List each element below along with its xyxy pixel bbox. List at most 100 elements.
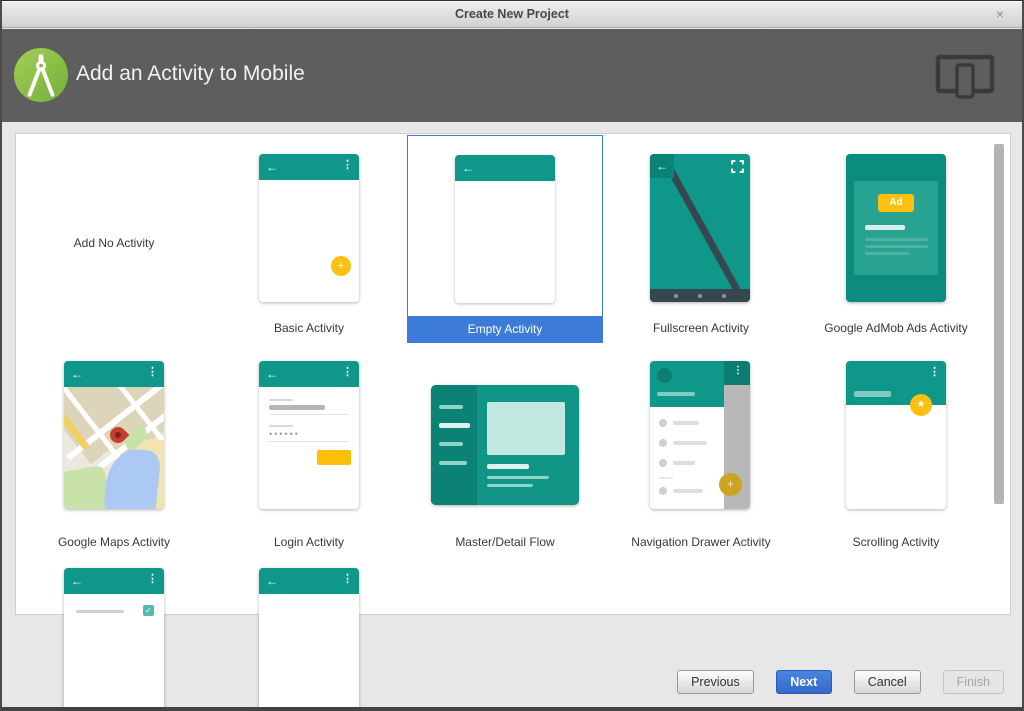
nav-dot	[674, 294, 678, 298]
titlebar[interactable]: Create New Project ×	[2, 1, 1022, 28]
nav-dot	[698, 294, 702, 298]
login-activity-thumbnail: ← ⋮ ••••••	[259, 361, 359, 509]
window-bottom-edge	[2, 707, 1022, 711]
placeholder-line	[673, 441, 707, 445]
placeholder-line	[439, 423, 470, 428]
template-empty-activity-selected[interactable]: ← Empty Activity	[407, 135, 603, 343]
template-label: Navigation Drawer Activity	[631, 535, 771, 549]
placeholder-line	[673, 421, 699, 425]
list-bullet	[659, 487, 667, 495]
placeholder-line	[673, 461, 695, 465]
kebab-menu-icon: ⋮	[733, 365, 743, 376]
kebab-menu-icon: ⋮	[342, 366, 353, 378]
placeholder-line	[657, 392, 695, 396]
detail-image-placeholder	[487, 402, 565, 455]
next-button[interactable]: Next	[775, 670, 832, 694]
kebab-menu-icon: ⋮	[342, 159, 353, 171]
placeholder-line	[439, 405, 463, 409]
appbar-tall: ⋮	[846, 361, 946, 405]
appbar: ← ⋮	[259, 154, 359, 180]
placeholder-line	[487, 484, 533, 487]
content-appbar: ⋮	[724, 361, 750, 385]
back-arrow-icon: ←	[266, 367, 278, 381]
cancel-button[interactable]: Cancel	[853, 670, 921, 694]
appbar: ← ⋮	[64, 361, 164, 387]
list-bullet	[659, 419, 667, 427]
finish-button[interactable]: Finish	[942, 670, 1004, 694]
activity-gallery: Add No Activity ← ⋮ + Basic Activity ← E…	[15, 133, 1011, 711]
placeholder-line	[865, 225, 905, 230]
template-label: Google Maps Activity	[57, 535, 171, 549]
nav-bar	[650, 289, 750, 302]
back-arrow-icon: ←	[462, 161, 474, 175]
kebab-menu-icon: ⋮	[929, 366, 940, 378]
back-arrow-icon: ←	[266, 574, 278, 588]
checkbox-icon: ✓	[143, 605, 154, 616]
mobile-devices-icon	[935, 54, 995, 99]
appbar: ← ⋮	[259, 568, 359, 594]
create-new-project-dialog: Create New Project × Add an Activity to …	[0, 0, 1024, 711]
wizard-footer: Previous Next Cancel Finish	[677, 670, 1004, 694]
admob-phone: Ad	[846, 154, 946, 302]
appbar: ←	[455, 155, 555, 181]
page-title: Add an Activity to Mobile	[76, 62, 305, 85]
username-field-line	[269, 405, 325, 410]
kebab-menu-icon: ⋮	[342, 573, 353, 585]
placeholder-line	[865, 238, 928, 241]
field-underline	[269, 441, 349, 442]
fullscreen-body: ←	[650, 154, 750, 302]
placeholder-line	[673, 489, 703, 493]
list-bullet	[659, 459, 667, 467]
basic-activity-thumbnail: ← ⋮ +	[259, 154, 359, 302]
field-label-line	[269, 399, 293, 401]
template-label: Google AdMob Ads Activity	[824, 321, 968, 335]
kebab-menu-icon: ⋮	[147, 573, 158, 585]
password-dots: ••••••	[269, 429, 300, 439]
fab-star-icon: ★	[910, 394, 932, 416]
title-placeholder-line	[854, 391, 891, 397]
ad-badge: Ad	[878, 194, 914, 212]
template-add-no-activity[interactable]: Add No Activity	[16, 233, 212, 253]
scrolling-activity-thumbnail: ⋮ ★	[846, 361, 946, 509]
appbar: ← ⋮	[64, 568, 164, 594]
field-underline	[269, 414, 349, 415]
fab-plus-icon: +	[331, 256, 351, 276]
fullscreen-icon	[731, 160, 744, 173]
drawer-body	[650, 407, 724, 509]
list-bullet	[659, 439, 667, 447]
sign-in-button-shape	[317, 450, 351, 465]
template-label: Master/Detail Flow	[455, 535, 555, 549]
kebab-menu-icon: ⋮	[147, 366, 158, 378]
nav-drawer-thumbnail: ⋮ +	[650, 361, 750, 509]
nav-dot	[722, 294, 726, 298]
map-pin-dot	[113, 430, 123, 440]
back-arrow-icon: ←	[71, 367, 83, 381]
template-label: Scrolling Activity	[852, 535, 940, 549]
master-detail-thumbnail	[431, 385, 579, 505]
wizard-header: Add an Activity to Mobile	[2, 29, 1022, 122]
admob-activity-thumbnail: Ad	[846, 154, 946, 302]
previous-button[interactable]: Previous	[677, 670, 754, 694]
back-square: ←	[650, 154, 674, 178]
partial-thumbnail: ← ⋮	[259, 568, 359, 711]
placeholder-line	[76, 610, 124, 613]
back-arrow-icon: ←	[71, 574, 83, 588]
divider	[659, 477, 673, 479]
appbar: ← ⋮	[259, 361, 359, 387]
back-arrow-icon: ←	[656, 159, 668, 173]
template-label: Basic Activity	[273, 321, 345, 335]
partial-thumbnail: ← ⋮ ✓	[64, 568, 164, 711]
close-icon[interactable]: ×	[988, 1, 1012, 28]
back-arrow-icon: ←	[266, 160, 278, 174]
map-art	[64, 387, 164, 509]
android-studio-logo-icon	[14, 48, 68, 102]
selected-template-label: Empty Activity	[408, 316, 602, 342]
vertical-scrollbar[interactable]	[994, 144, 1004, 504]
fab-plus-icon: +	[719, 473, 742, 496]
master-list-panel	[431, 385, 477, 505]
template-label: Fullscreen Activity	[652, 321, 750, 335]
placeholder-line	[439, 461, 467, 465]
placeholder-line	[487, 464, 529, 469]
window-title: Create New Project	[455, 7, 569, 21]
admob-content: Ad	[854, 181, 938, 275]
